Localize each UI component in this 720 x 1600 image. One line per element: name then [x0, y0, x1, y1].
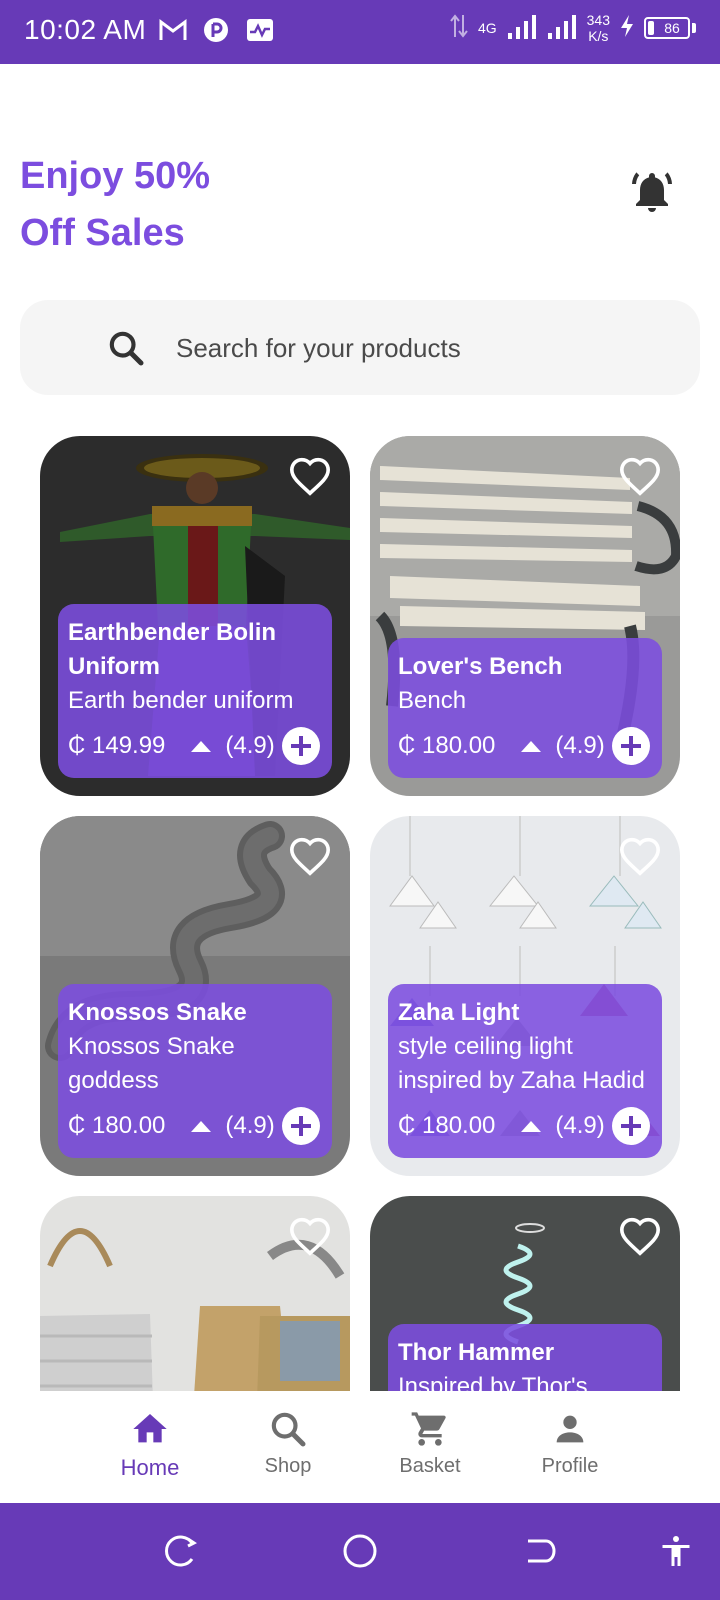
nav-label-shop: Shop	[264, 1455, 312, 1477]
nav-item-home[interactable]: Home	[100, 1409, 200, 1481]
product-rating: (4.9)	[555, 1112, 605, 1139]
search-icon	[268, 1409, 308, 1449]
product-info: Thor Hammer Inspired by Thor's	[388, 1324, 662, 1391]
battery-icon: 86	[644, 17, 696, 39]
add-to-cart-button[interactable]	[612, 1107, 650, 1145]
system-navigation-bar	[0, 1503, 720, 1600]
caret-up-icon	[521, 1120, 542, 1132]
product-rating: (4.9)	[555, 732, 605, 759]
product-info: Zaha Light style ceiling light inspired …	[388, 984, 662, 1158]
product-name: Earthbender Bolin Uniform	[68, 619, 277, 680]
product-name: Zaha Light	[398, 999, 520, 1026]
status-bar: 10:02 AM 4G 343 K/s 86	[0, 0, 720, 64]
signal-icon	[507, 13, 537, 44]
product-description: Inspired by Thor's	[398, 1373, 588, 1391]
heart-icon[interactable]	[288, 456, 332, 496]
network-type: 4G	[477, 20, 497, 36]
gmail-icon	[158, 16, 188, 44]
product-card[interactable]	[40, 1196, 350, 1391]
back-icon[interactable]	[522, 1533, 558, 1569]
product-name: Thor Hammer	[398, 1339, 555, 1366]
network-speed: 343 K/s	[586, 12, 610, 44]
product-card[interactable]: Lover's Bench Bench ₵ 180.00 (4.9)	[370, 436, 680, 796]
product-price: ₵ 180.00	[398, 732, 496, 759]
product-description: Bench	[398, 687, 467, 714]
nav-label-basket: Basket	[399, 1455, 461, 1477]
search-input[interactable]	[176, 328, 656, 368]
product-description: Earth bender uniform	[68, 687, 294, 714]
promo-heading: Enjoy 50% Off Sales	[20, 148, 320, 262]
search-bar[interactable]	[20, 300, 700, 395]
product-card[interactable]: Knossos Snake Knossos Snake goddess ₵ 18…	[40, 816, 350, 1176]
nav-item-basket[interactable]: Basket	[380, 1409, 480, 1478]
cart-icon	[410, 1409, 450, 1449]
bell-icon[interactable]	[628, 168, 676, 216]
product-rating: (4.9)	[225, 732, 275, 759]
signal-icon	[547, 13, 577, 44]
bottom-navigation: Home Shop Basket Profile	[0, 1391, 720, 1503]
product-card[interactable]: Earthbender Bolin Uniform Earth bender u…	[40, 436, 350, 796]
heart-icon[interactable]	[288, 1216, 332, 1256]
heart-icon[interactable]	[618, 456, 662, 496]
product-price: ₵ 180.00	[398, 1112, 496, 1139]
promo-line-1: Enjoy 50%	[20, 155, 211, 197]
product-info: Lover's Bench Bench ₵ 180.00 (4.9)	[388, 638, 662, 778]
nav-item-profile[interactable]: Profile	[520, 1409, 620, 1478]
product-name: Knossos Snake	[68, 999, 247, 1026]
product-card[interactable]: Zaha Light style ceiling light inspired …	[370, 816, 680, 1176]
data-arrows-icon	[450, 13, 468, 44]
product-name: Lover's Bench	[398, 653, 563, 680]
status-time: 10:02 AM	[24, 14, 147, 45]
caret-up-icon	[521, 740, 542, 752]
recent-apps-icon[interactable]	[162, 1533, 198, 1569]
promo-line-2: Off Sales	[20, 212, 185, 254]
nav-item-shop[interactable]: Shop	[238, 1409, 338, 1478]
heart-icon[interactable]	[618, 836, 662, 876]
person-icon	[550, 1409, 590, 1449]
product-info: Knossos Snake Knossos Snake goddess ₵ 18…	[58, 984, 332, 1158]
charging-icon	[620, 14, 634, 43]
add-to-cart-button[interactable]	[282, 1107, 320, 1145]
search-icon	[106, 328, 146, 368]
product-card[interactable]: Thor Hammer Inspired by Thor's	[370, 1196, 680, 1391]
nav-label-profile: Profile	[541, 1455, 599, 1477]
product-description: style ceiling light inspired by Zaha Had…	[398, 1033, 645, 1094]
home-icon	[130, 1409, 170, 1449]
caret-up-icon	[191, 1120, 212, 1132]
activity-icon	[246, 16, 276, 44]
app-icon	[202, 16, 232, 44]
add-to-cart-button[interactable]	[612, 727, 650, 765]
add-to-cart-button[interactable]	[282, 727, 320, 765]
home-button-icon[interactable]	[342, 1533, 378, 1569]
heart-icon[interactable]	[618, 1216, 662, 1256]
product-info: Earthbender Bolin Uniform Earth bender u…	[58, 604, 332, 778]
product-price: ₵ 180.00	[68, 1112, 166, 1139]
accessibility-icon[interactable]	[658, 1533, 694, 1569]
product-grid: Earthbender Bolin Uniform Earth bender u…	[0, 436, 720, 1391]
product-price: ₵ 149.99	[68, 732, 166, 759]
product-description: Knossos Snake goddess	[68, 1033, 235, 1094]
nav-label-home: Home	[120, 1455, 180, 1480]
heart-icon[interactable]	[288, 836, 332, 876]
product-rating: (4.9)	[225, 1112, 275, 1139]
caret-up-icon	[191, 740, 212, 752]
